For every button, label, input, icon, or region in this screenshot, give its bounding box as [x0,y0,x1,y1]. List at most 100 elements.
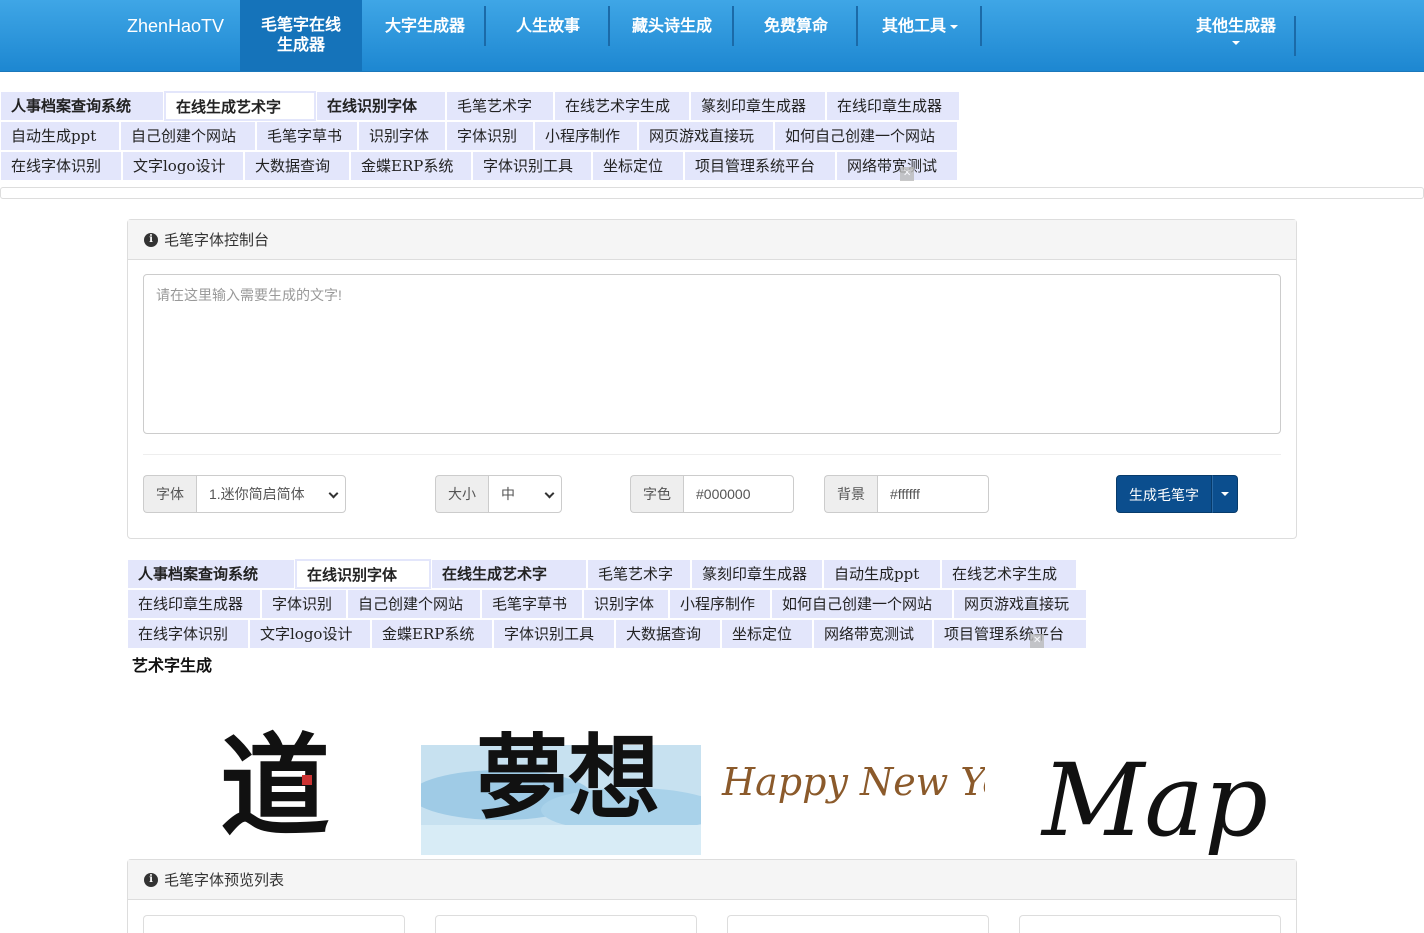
link-item[interactable]: 人事档案查询系统 [127,559,295,589]
generate-button[interactable]: 生成毛笔字 [1116,475,1212,513]
nav-item-label: 藏头诗生成 [631,16,712,35]
link-row: 在线印章生成器 字体识别 自己创建个网站 毛笔字草书 识别字体 小程序制作 如何… [127,589,1087,619]
link-item[interactable]: 在线艺术字生成 [941,559,1077,589]
link-item[interactable]: 毛笔字草书 [256,121,358,151]
panel-title: 毛笔字体预览列表 [164,872,285,889]
link-row: 在线字体识别 文字logo设计 大数据查询 金蝶ERP系统 字体识别工具 坐标定… [0,151,960,181]
link-item[interactable]: 毛笔艺术字 [587,559,691,589]
nav-item-label: 生成器 [276,35,325,54]
link-item[interactable]: 项目管理系统平台 [684,151,836,181]
ad-placeholder-box [0,187,1424,199]
link-item[interactable]: 自动生成ppt [823,559,941,589]
link-item[interactable]: 在线印章生成器 [127,589,261,619]
sample-text: 道 [220,722,330,851]
link-item[interactable]: 字体识别 [261,589,347,619]
font-preview-panel: i 毛笔字体预览列表 [127,859,1297,933]
link-item[interactable]: 毛笔艺术字 [446,91,554,121]
link-item[interactable]: 识别字体 [358,121,446,151]
background-input[interactable]: #ffffff [877,475,989,513]
caret-down-icon [1221,492,1229,496]
sample-image-mart[interactable]: Март [1030,675,1270,855]
nav-item-acrostic-poem[interactable]: 藏头诗生成 [612,0,732,71]
background-input-group: 背景 #ffffff [824,475,989,513]
link-item[interactable]: 如何自己创建一个网站 [774,121,958,151]
nav-item-fortune[interactable]: 免费算命 [736,0,856,71]
link-item[interactable]: 自己创建个网站 [347,589,481,619]
info-icon: i [144,872,158,887]
link-item[interactable]: 项目管理系统平台 [933,619,1087,649]
link-item[interactable]: 篆刻印章生成器 [691,559,823,589]
caret-down-icon [950,24,958,29]
sample-image-happy-new-year[interactable]: Happy New Year [720,675,985,855]
link-item[interactable]: 在线艺术字生成 [554,91,690,121]
link-item[interactable]: 金蝶ERP系统 [371,619,493,649]
link-item[interactable]: 如何自己创建一个网站 [771,589,953,619]
ad-close-icon[interactable]: ✕ [1030,634,1045,648]
link-item[interactable]: 文字logo设计 [249,619,371,649]
calligraphy-dream-image: 夢想 [421,724,701,855]
link-item[interactable]: 识别字体 [583,589,669,619]
preview-card[interactable] [1019,915,1281,933]
nav-item-brush-generator[interactable]: 毛笔字在线 生成器 [240,0,362,71]
color-input[interactable]: #000000 [683,475,794,513]
nav-item-life-story[interactable]: 人生故事 [488,0,608,71]
art-section-title: 艺术字生成 [132,656,213,675]
text-input-area[interactable]: 请在这里输入需要生成的文字! [143,274,1281,434]
link-item[interactable]: 在线识别字体 [316,91,446,121]
link-item[interactable]: 大数据查询 [244,151,350,181]
nav-item-label: 其他工具 [881,16,946,35]
sample-image-dao[interactable]: 道 [210,675,340,855]
link-item[interactable]: 坐标定位 [721,619,813,649]
link-item[interactable]: 在线字体识别 [127,619,249,649]
calligraphy-happy-new-year-image: Happy New Year [721,760,985,804]
nav-item-label: 大字生成器 [384,16,465,35]
link-item[interactable]: 字体识别工具 [493,619,615,649]
preview-card[interactable] [143,915,405,933]
link-item[interactable]: 文字logo设计 [122,151,244,181]
brand-logo[interactable]: ZhenHaoTV [127,16,224,37]
font-label: 字体 [143,475,196,513]
ad-close-icon[interactable]: ✕ [900,167,915,181]
sample-text: 夢想 [476,724,660,832]
size-select[interactable]: 中 [488,475,562,513]
background-label: 背景 [824,475,877,513]
link-item[interactable]: 在线生成艺术字 [164,91,316,121]
nav-item-big-text[interactable]: 大字生成器 [366,0,484,71]
nav-divider [608,6,610,46]
preview-card[interactable] [727,915,989,933]
link-item[interactable]: 自动生成ppt [0,121,120,151]
link-item[interactable]: 小程序制作 [534,121,638,151]
link-row: 自动生成ppt 自己创建个网站 毛笔字草书 识别字体 字体识别 小程序制作 网页… [0,121,960,151]
generate-dropdown-toggle[interactable] [1212,475,1238,513]
caret-down-icon [1232,40,1240,45]
link-item[interactable]: 小程序制作 [669,589,771,619]
link-item[interactable]: 人事档案查询系统 [0,91,164,121]
link-item[interactable]: 网页游戏直接玩 [953,589,1087,619]
link-item[interactable]: 篆刻印章生成器 [690,91,826,121]
font-select[interactable]: 1.迷你简启简体 [196,475,346,513]
link-item[interactable]: 毛笔字草书 [481,589,583,619]
link-item[interactable]: 金蝶ERP系统 [350,151,472,181]
preview-card[interactable] [435,915,697,933]
link-item[interactable]: 自己创建个网站 [120,121,256,151]
link-item[interactable]: 字体识别 [446,121,534,151]
nav-item-label: 毛笔字在线 [260,15,341,34]
chevron-down-icon [544,488,555,499]
link-item[interactable]: 在线字体识别 [0,151,122,181]
link-item[interactable]: 网络带宽测试 [836,151,958,181]
color-label: 字色 [630,475,683,513]
nav-item-other-tools[interactable]: 其他工具 [860,0,980,71]
link-item[interactable]: 在线识别字体 [295,559,431,589]
link-row: 人事档案查询系统 在线生成艺术字 在线识别字体 毛笔艺术字 在线艺术字生成 篆刻… [0,91,960,121]
sample-image-dream[interactable]: 夢想 [421,675,701,855]
link-item[interactable]: 在线生成艺术字 [431,559,587,589]
link-item[interactable]: 网页游戏直接玩 [638,121,774,151]
size-label: 大小 [435,475,488,513]
link-item[interactable]: 在线印章生成器 [826,91,960,121]
nav-item-other-generators[interactable]: 其他生成器 [1176,0,1296,71]
link-item[interactable]: 大数据查询 [615,619,721,649]
link-item[interactable]: 字体识别工具 [472,151,592,181]
link-item[interactable]: 网络带宽测试 [813,619,933,649]
nav-divider [732,6,734,46]
link-item[interactable]: 坐标定位 [592,151,684,181]
